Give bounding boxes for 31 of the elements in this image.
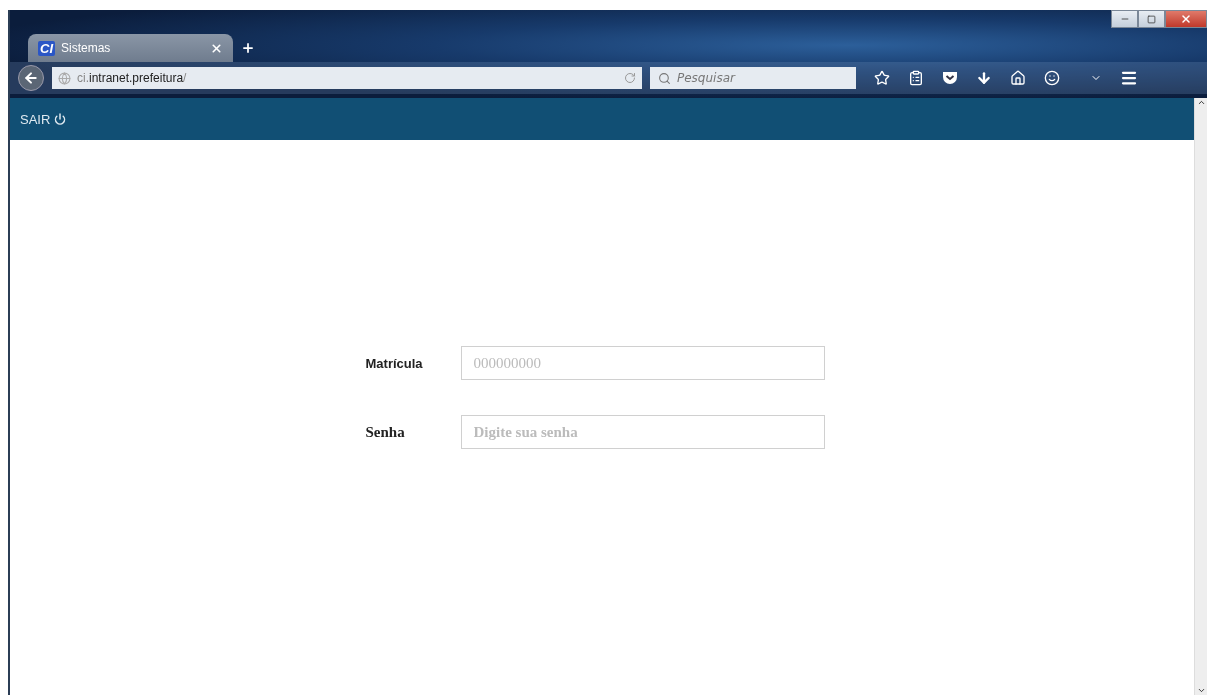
menu-icon[interactable]	[1120, 69, 1138, 87]
scroll-up-icon[interactable]	[1196, 98, 1206, 107]
tab-title: Sistemas	[61, 41, 112, 55]
address-field[interactable]: ci.intranet.prefeitura/	[52, 67, 642, 89]
close-icon	[1180, 13, 1192, 25]
smile-icon[interactable]	[1044, 70, 1060, 86]
browser-tab[interactable]: CI Sistemas	[28, 34, 233, 62]
pocket-icon[interactable]	[942, 70, 958, 86]
globe-icon	[58, 71, 71, 85]
clipboard-icon[interactable]	[908, 70, 924, 86]
site-logo: CI	[38, 40, 55, 56]
field-label: Matrícula	[365, 355, 424, 371]
download-icon[interactable]	[976, 70, 992, 86]
close-button[interactable]	[1165, 10, 1207, 28]
scrollbar[interactable]	[1194, 98, 1207, 695]
input-field[interactable]: 000000000	[460, 346, 825, 380]
minimize-button[interactable]	[1111, 10, 1138, 28]
close-icon[interactable]	[210, 41, 223, 55]
new-tab-icon[interactable]	[241, 41, 255, 55]
maximize-button[interactable]	[1138, 10, 1165, 28]
field-label: Senha	[365, 423, 406, 441]
maximize-icon	[1147, 14, 1156, 24]
input-field[interactable]: Digite sua senha	[460, 415, 825, 449]
power-icon	[54, 113, 67, 125]
scroll-down-icon[interactable]	[1196, 686, 1206, 695]
search-icon	[658, 71, 671, 85]
bookmark-star-icon[interactable]	[874, 70, 890, 86]
back-button[interactable]	[18, 65, 44, 91]
home-icon[interactable]	[1010, 70, 1026, 86]
search-field[interactable]: Pesquisar	[650, 67, 856, 89]
logout-link[interactable]: SAIR	[20, 111, 67, 127]
